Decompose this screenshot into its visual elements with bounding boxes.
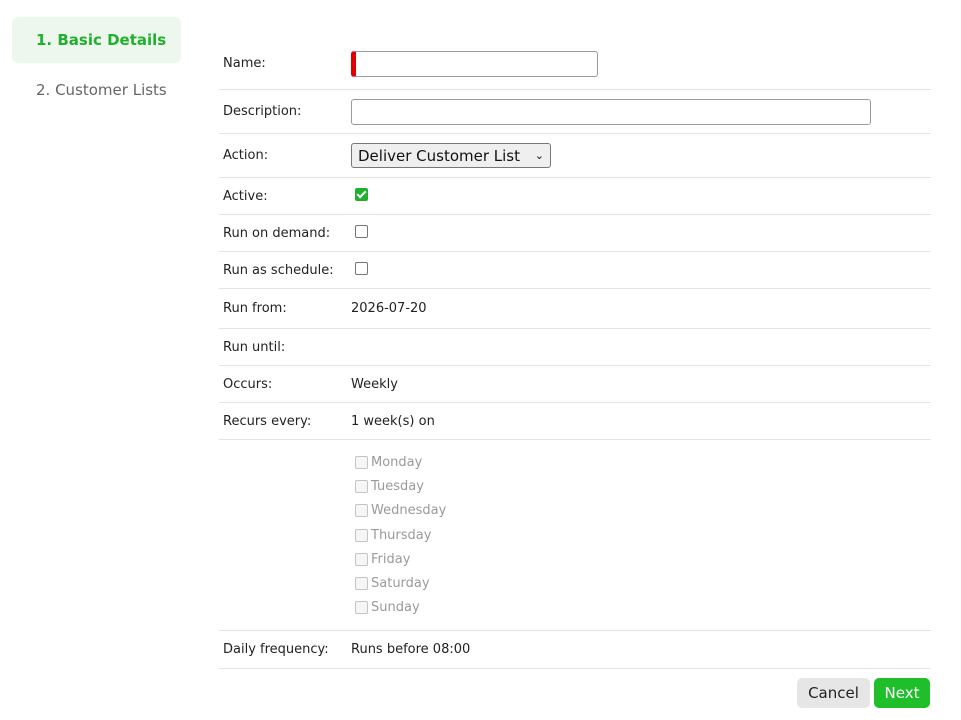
occurs-label: Occurs: — [223, 376, 273, 392]
recurs-every-value: 1 week(s) on — [351, 413, 435, 429]
run-as-schedule-row: Run as schedule: — [219, 252, 931, 289]
step-customer-lists[interactable]: 2. Customer Lists — [12, 67, 181, 113]
action-select[interactable]: Deliver Customer List ⌄ — [351, 143, 551, 168]
daily-frequency-row: Daily frequency: Runs before 08:00 — [219, 631, 931, 669]
name-input[interactable] — [351, 50, 598, 77]
monday-checkbox — [355, 455, 368, 469]
weekday-friday: Friday — [351, 547, 931, 571]
name-label: Name: — [223, 56, 266, 71]
recurs-every-row: Recurs every: 1 week(s) on — [219, 403, 931, 440]
weekday-thursday: Thursday — [351, 523, 931, 547]
weekday-label: Saturday — [371, 576, 430, 592]
weekday-list: Monday Tuesday Wednesday Thursday Friday… — [351, 440, 931, 620]
run-from-value: 2026-07-20 — [351, 301, 427, 316]
run-on-demand-row: Run on demand: — [219, 215, 931, 252]
daily-frequency-label: Daily frequency: — [223, 642, 329, 657]
run-from-row: Run from: 2026-07-20 — [219, 289, 931, 329]
weekday-tuesday: Tuesday — [351, 474, 931, 498]
occurs-value: Weekly — [351, 376, 398, 392]
next-button[interactable]: Next — [874, 678, 930, 708]
action-row: Action: Deliver Customer List ⌄ — [219, 134, 931, 178]
thursday-checkbox — [355, 528, 368, 542]
cancel-button[interactable]: Cancel — [797, 678, 870, 708]
weekday-label: Monday — [371, 454, 423, 470]
run-until-label: Run until: — [223, 339, 286, 355]
friday-checkbox — [355, 552, 368, 566]
action-selected-value: Deliver Customer List — [358, 146, 521, 165]
active-checkbox[interactable] — [355, 187, 368, 201]
wednesday-checkbox — [355, 504, 368, 518]
weekday-label: Tuesday — [371, 478, 424, 494]
name-row: Name: — [219, 38, 931, 90]
description-row: Description: — [219, 90, 931, 134]
action-label: Action: — [223, 148, 269, 163]
tuesday-checkbox — [355, 479, 368, 493]
active-row: Active: — [219, 178, 931, 215]
description-input[interactable] — [351, 98, 871, 125]
weekday-label: Thursday — [371, 527, 432, 543]
weekday-wednesday: Wednesday — [351, 499, 931, 523]
weekday-label: Friday — [371, 551, 411, 567]
run-as-schedule-checkbox[interactable] — [355, 261, 368, 275]
occurs-row: Occurs: Weekly — [219, 366, 931, 403]
run-until-row: Run until: — [219, 329, 931, 366]
run-on-demand-label: Run on demand: — [223, 225, 331, 241]
weekday-label: Wednesday — [371, 503, 447, 519]
weekdays-row: Monday Tuesday Wednesday Thursday Friday… — [219, 440, 931, 631]
chevron-down-icon: ⌄ — [534, 149, 544, 162]
schedule-form: Name: Description: Action: Deliver Custo… — [219, 38, 931, 669]
run-as-schedule-label: Run as schedule: — [223, 262, 334, 278]
weekday-sunday: Sunday — [351, 596, 931, 620]
saturday-checkbox — [355, 577, 368, 591]
sunday-checkbox — [355, 601, 368, 615]
recurs-every-label: Recurs every: — [223, 413, 312, 429]
description-label: Description: — [223, 104, 302, 119]
run-on-demand-checkbox[interactable] — [355, 224, 368, 238]
weekday-label: Sunday — [371, 600, 420, 616]
active-label: Active: — [223, 188, 268, 204]
weekday-monday: Monday — [351, 450, 931, 474]
daily-frequency-value: Runs before 08:00 — [351, 642, 471, 657]
weekday-saturday: Saturday — [351, 571, 931, 595]
run-from-label: Run from: — [223, 301, 287, 316]
step-basic-details[interactable]: 1. Basic Details — [12, 17, 181, 63]
